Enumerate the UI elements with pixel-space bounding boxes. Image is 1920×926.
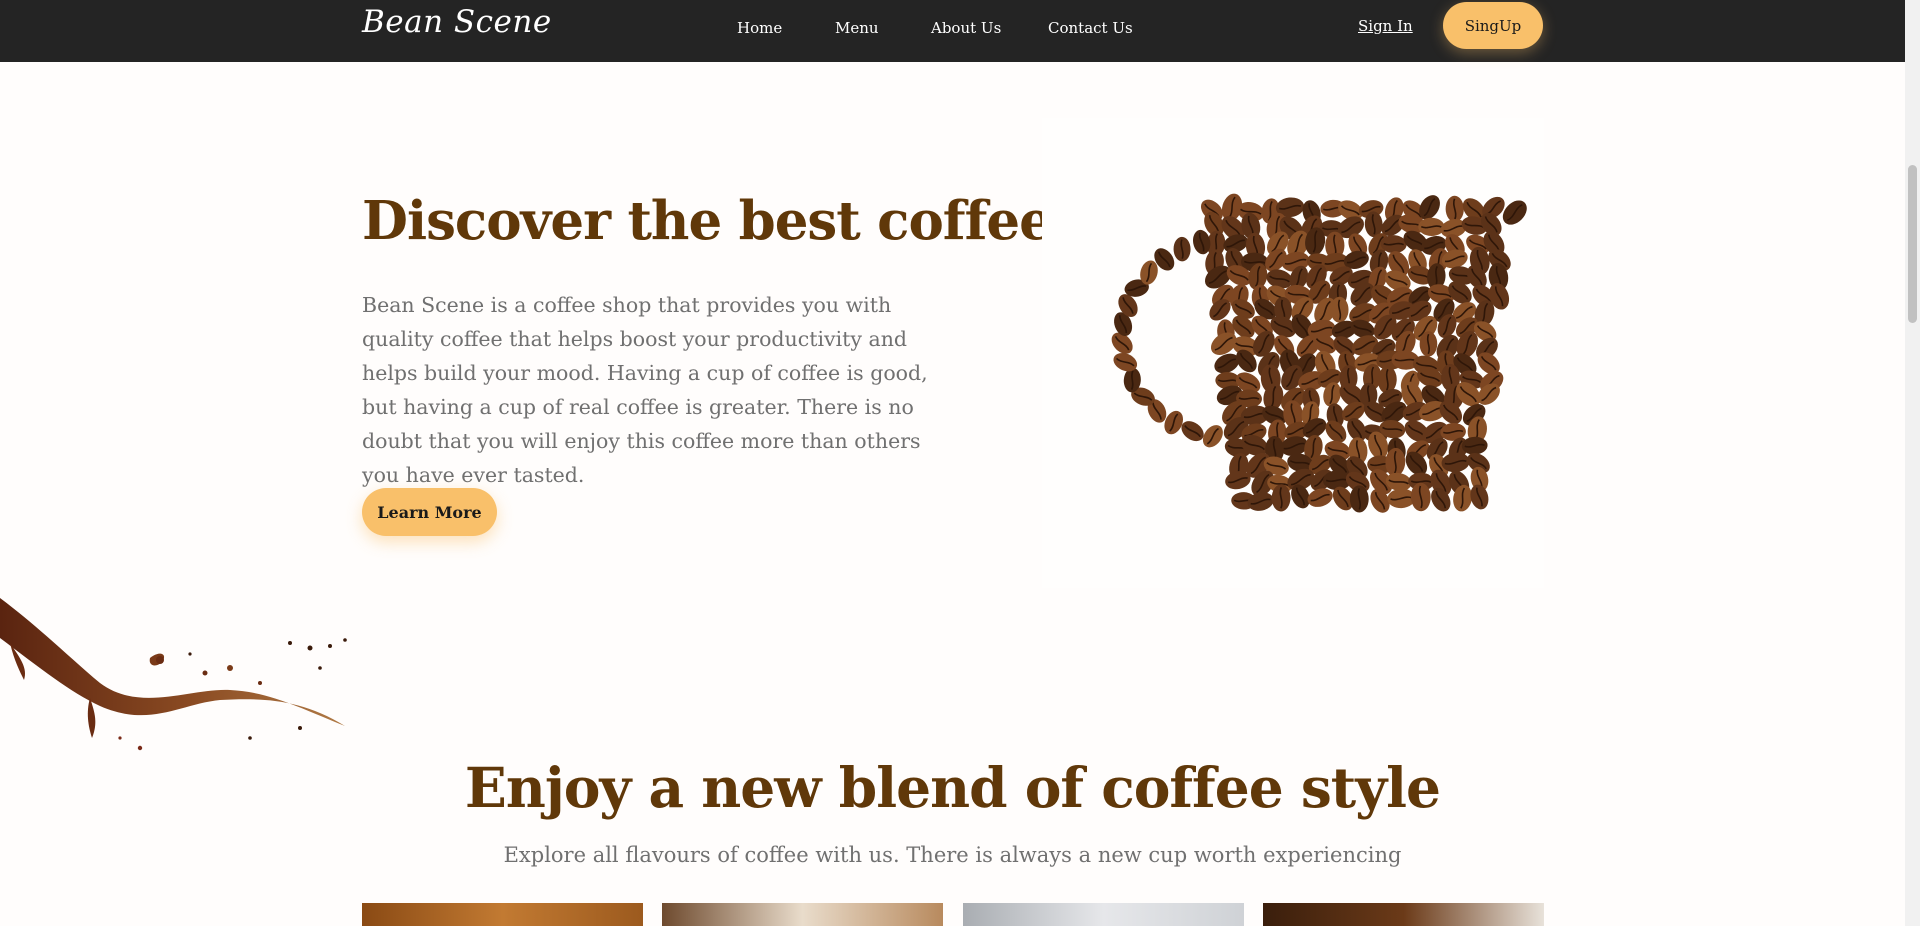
sign-up-button[interactable]: SingUp xyxy=(1443,2,1543,49)
section-title: Enjoy a new blend of coffee style xyxy=(464,755,1441,820)
page: Bean Scene Home Menu About Us Contact Us… xyxy=(0,0,1905,926)
coffee-card-2-image[interactable] xyxy=(662,903,943,926)
nav-link-about-us[interactable]: About Us xyxy=(931,19,1001,37)
coffee-splash-image xyxy=(0,598,347,751)
sign-in-link[interactable]: Sign In xyxy=(1358,17,1413,35)
coffee-card-3-image[interactable] xyxy=(963,903,1244,926)
hero-description: Bean Scene is a coffee shop that provide… xyxy=(362,293,928,487)
learn-more-button[interactable]: Learn More xyxy=(362,488,497,536)
coffee-cards-row xyxy=(362,903,1544,926)
hero-title: Discover the best coffee xyxy=(362,190,1053,252)
coffee-beans-cup-image xyxy=(1042,118,1544,588)
coffee-beans-cup-illustration xyxy=(1111,193,1527,513)
scrollbar-thumb[interactable] xyxy=(1908,165,1917,323)
nav-link-home[interactable]: Home xyxy=(737,19,782,37)
top-navbar: Bean Scene Home Menu About Us Contact Us… xyxy=(0,0,1905,62)
section-subtitle: Explore all flavours of coffee with us. … xyxy=(503,843,1402,867)
coffee-card-4-image[interactable] xyxy=(1263,903,1544,926)
page-scrollbar[interactable] xyxy=(1905,0,1920,926)
brand-logo[interactable]: Bean Scene xyxy=(362,4,552,40)
nav-link-menu[interactable]: Menu xyxy=(835,19,879,37)
nav-link-contact-us[interactable]: Contact Us xyxy=(1048,19,1133,37)
coffee-card-1-image[interactable] xyxy=(362,903,643,926)
